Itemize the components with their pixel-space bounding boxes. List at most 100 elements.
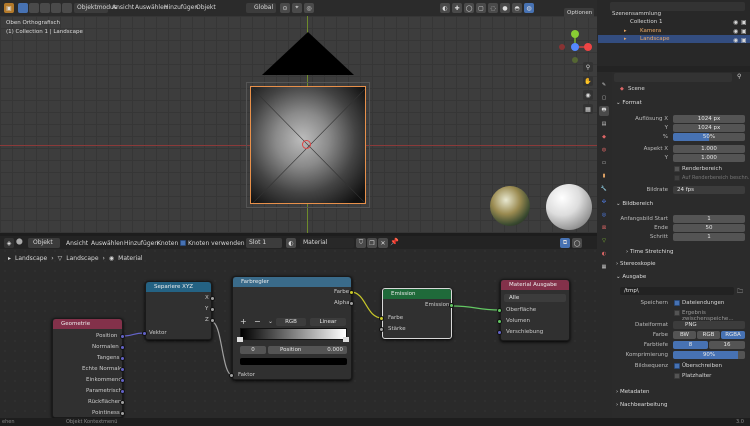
remove-stop-icon[interactable]: −: [254, 317, 261, 326]
socket-ramp-color[interactable]: [349, 290, 354, 295]
socket-ramp-alpha[interactable]: [349, 301, 354, 306]
fps-dropdown[interactable]: 24 fps: [673, 186, 745, 194]
ramp-stop-black[interactable]: [237, 337, 243, 342]
render-region-checkbox[interactable]: [674, 166, 680, 172]
socket-surface[interactable]: [497, 308, 502, 313]
color-bw-button[interactable]: BW: [673, 331, 696, 339]
overwrite-checkbox[interactable]: [674, 363, 680, 369]
section-format[interactable]: ⌄ Format: [616, 100, 642, 106]
tool-tab-icon[interactable]: ✎: [599, 80, 609, 90]
frame-start-field[interactable]: 1: [673, 215, 745, 223]
camera-render-icon[interactable]: ▣: [741, 28, 747, 35]
color-rgba-button[interactable]: RGBA: [721, 331, 745, 339]
aspect-x-field[interactable]: 1.000: [673, 145, 745, 153]
socket-y[interactable]: [210, 307, 215, 312]
socket-tangent[interactable]: [120, 356, 125, 361]
socket-volume[interactable]: [497, 319, 502, 324]
constraints-tab-icon[interactable]: ⊠: [599, 223, 609, 233]
socket-incoming[interactable]: [120, 378, 125, 383]
cache-result-checkbox[interactable]: [674, 310, 680, 316]
color-ramp-gradient[interactable]: [240, 328, 347, 340]
socket-displacement[interactable]: [497, 330, 502, 335]
ramp-stop-index[interactable]: 0: [240, 346, 266, 354]
ramp-stop-position[interactable]: Position 0.000: [268, 346, 347, 354]
properties-search[interactable]: [614, 73, 732, 82]
ramp-stop-color-swatch[interactable]: [240, 358, 347, 365]
socket-emission-color[interactable]: [379, 316, 384, 321]
ramp-stop-white[interactable]: [343, 337, 349, 342]
geo-out-tangent: Tangens: [97, 355, 120, 361]
socket-x[interactable]: [210, 296, 215, 301]
texture-tab-icon[interactable]: ▦: [599, 262, 609, 272]
socket-backfacing[interactable]: [120, 400, 125, 405]
socket-z[interactable]: [210, 318, 215, 323]
res-y-field[interactable]: 1024 px: [673, 124, 745, 132]
depth-16-button[interactable]: 16: [709, 341, 745, 349]
folder-icon[interactable]: 🗀: [737, 287, 743, 297]
socket-vector-in[interactable]: [142, 331, 147, 336]
socket-pointiness[interactable]: [120, 411, 125, 416]
socket-parametric[interactable]: [120, 389, 125, 394]
section-stereoscopy[interactable]: › Stereoskopie: [616, 261, 656, 267]
chevron-down-icon[interactable]: ⌄: [268, 318, 273, 325]
section-frame-range[interactable]: ⌄ Bildbereich: [616, 201, 653, 207]
eye-icon[interactable]: ◉: [733, 28, 738, 35]
file-extensions-checkbox[interactable]: [674, 300, 680, 306]
ramp-color-mode[interactable]: RGB: [276, 318, 306, 326]
output-tab-icon[interactable]: 🖶: [599, 106, 609, 116]
outliner-landscape[interactable]: Landscape: [640, 36, 670, 42]
crop-region-checkbox[interactable]: [674, 175, 680, 181]
physics-tab-icon[interactable]: ◎: [599, 210, 609, 220]
modifier-tab-icon[interactable]: 🔧: [599, 184, 609, 194]
section-output[interactable]: ⌄ Ausgabe: [616, 274, 646, 280]
depth-8-button[interactable]: 8: [673, 341, 708, 349]
socket-true-normal[interactable]: [120, 367, 125, 372]
section-post-processing[interactable]: › Nachbearbeitung: [616, 402, 667, 408]
ramp-out-alpha: Alpha: [334, 300, 350, 306]
node-separate-title[interactable]: Separiere XYZ: [146, 282, 211, 292]
camera-render-icon[interactable]: ▣: [741, 37, 747, 44]
file-format-dropdown[interactable]: PNG: [673, 321, 745, 329]
frame-step-field[interactable]: 1: [673, 233, 745, 241]
world-tab-icon[interactable]: ◍: [599, 145, 609, 155]
socket-ramp-factor[interactable]: [229, 373, 234, 378]
object-tab-icon[interactable]: ▮: [599, 171, 609, 181]
view-layer-tab-icon[interactable]: ▤: [599, 119, 609, 129]
placeholders-checkbox[interactable]: [674, 373, 680, 379]
outliner-search[interactable]: [610, 2, 745, 11]
material-tab-icon[interactable]: ◐: [599, 249, 609, 259]
node-geometry-title[interactable]: Geometrie: [53, 319, 122, 329]
section-metadata[interactable]: › Metadaten: [616, 389, 650, 395]
socket-position[interactable]: [120, 334, 125, 339]
overwrite-label: Überschreiben: [682, 363, 722, 369]
node-output-title[interactable]: Material Ausgabe: [501, 280, 569, 290]
frame-end-field[interactable]: 50: [673, 224, 745, 232]
socket-emission-out[interactable]: [449, 303, 454, 308]
outliner-camera[interactable]: Kamera: [640, 28, 661, 34]
ramp-interpolation[interactable]: Linear: [310, 318, 346, 326]
camera-render-icon[interactable]: ▣: [741, 19, 747, 26]
data-tab-icon[interactable]: ▽: [599, 236, 609, 246]
render-tab-icon[interactable]: ▢: [599, 93, 609, 103]
output-path-field[interactable]: /tmp\: [620, 287, 734, 295]
res-pct-slider[interactable]: 50%: [673, 133, 745, 141]
eye-icon[interactable]: ◉: [733, 37, 738, 44]
collection-tab-icon[interactable]: ▭: [599, 158, 609, 168]
node-colorramp-title[interactable]: Farbregler: [233, 277, 351, 287]
scene-tab-icon[interactable]: ◆: [599, 132, 609, 142]
output-target-dropdown[interactable]: Alle: [504, 294, 566, 302]
add-stop-icon[interactable]: +: [240, 317, 247, 326]
node-emission-title[interactable]: Emission: [383, 289, 451, 299]
outliner-scene-collection[interactable]: Szenensammlung: [612, 11, 661, 17]
pin-properties-icon[interactable]: ⚲: [737, 73, 741, 80]
outliner-collection-1[interactable]: Collection 1: [630, 19, 662, 25]
section-time-stretching[interactable]: › Time Stretching: [626, 249, 674, 255]
compression-slider[interactable]: 90%: [673, 351, 745, 359]
color-rgb-button[interactable]: RGB: [697, 331, 720, 339]
socket-emission-strength[interactable]: [379, 327, 384, 332]
particles-tab-icon[interactable]: ✣: [599, 197, 609, 207]
socket-normal[interactable]: [120, 345, 125, 350]
eye-icon[interactable]: ◉: [733, 19, 738, 26]
aspect-y-field[interactable]: 1.000: [673, 154, 745, 162]
res-x-field[interactable]: 1024 px: [673, 115, 745, 123]
